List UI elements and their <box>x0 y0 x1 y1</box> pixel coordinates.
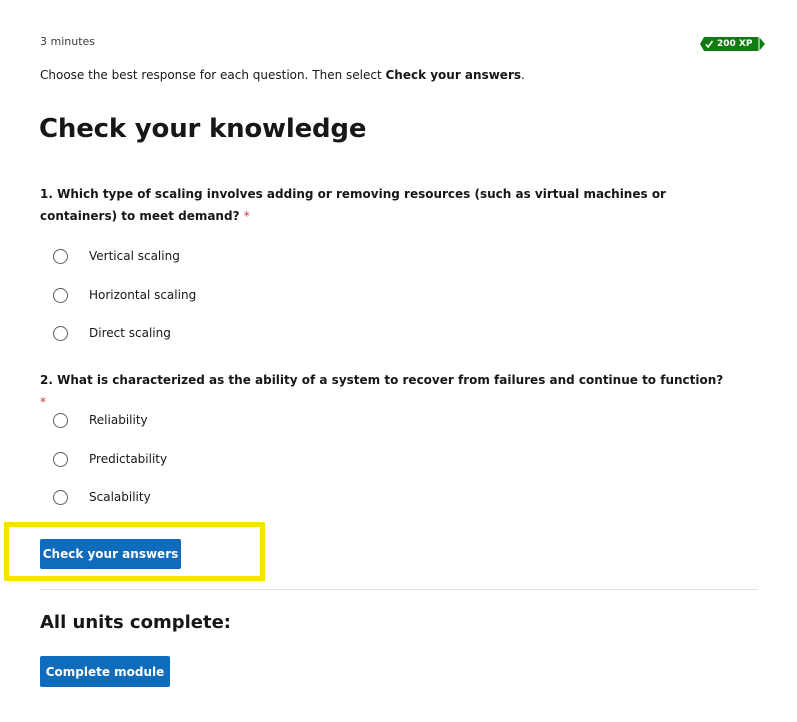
radio-button[interactable] <box>53 248 68 264</box>
option-label: Horizontal scaling <box>89 288 197 302</box>
question-1-label: 1. Which type of scaling involves adding… <box>40 187 666 223</box>
xp-badge: 200 XP <box>700 37 765 51</box>
complete-module-button[interactable]: Complete module <box>40 656 170 687</box>
check-answers-button[interactable]: Check your answers <box>40 539 181 569</box>
radio-button[interactable] <box>53 451 68 467</box>
radio-button[interactable] <box>53 489 68 505</box>
page-title: Check your knowledge <box>39 114 367 144</box>
option-vertical-scaling[interactable]: Vertical scaling <box>53 246 180 266</box>
duration-text: 3 minutes <box>40 35 96 48</box>
option-scalability[interactable]: Scalability <box>53 487 151 507</box>
checkmark-icon <box>705 40 714 49</box>
divider <box>40 589 758 590</box>
option-reliability[interactable]: Reliability <box>53 410 148 430</box>
instructions: Choose the best response for each questi… <box>40 68 525 82</box>
question-1-text: 1. Which type of scaling involves adding… <box>40 183 730 227</box>
question-2-label: 2. What is characterized as the ability … <box>40 373 724 387</box>
radio-button[interactable] <box>53 287 68 303</box>
option-predictability[interactable]: Predictability <box>53 449 167 469</box>
required-marker: * <box>243 209 250 223</box>
radio-button[interactable] <box>53 412 68 428</box>
option-horizontal-scaling[interactable]: Horizontal scaling <box>53 285 196 305</box>
option-label: Direct scaling <box>89 326 171 340</box>
instructions-emphasis: Check your answers <box>385 68 522 82</box>
xp-label: 200 XP <box>717 39 753 49</box>
instructions-suffix: . <box>521 68 525 82</box>
option-label: Scalability <box>89 490 151 504</box>
option-label: Vertical scaling <box>89 249 180 263</box>
required-marker: * <box>40 395 46 409</box>
option-label: Predictability <box>89 452 168 466</box>
option-label: Reliability <box>89 413 148 427</box>
question-2-text: 2. What is characterized as the ability … <box>40 369 730 413</box>
radio-button[interactable] <box>53 325 68 341</box>
option-direct-scaling[interactable]: Direct scaling <box>53 323 171 343</box>
completion-title: All units complete: <box>40 612 231 633</box>
instructions-prefix: Choose the best response for each questi… <box>40 68 386 82</box>
